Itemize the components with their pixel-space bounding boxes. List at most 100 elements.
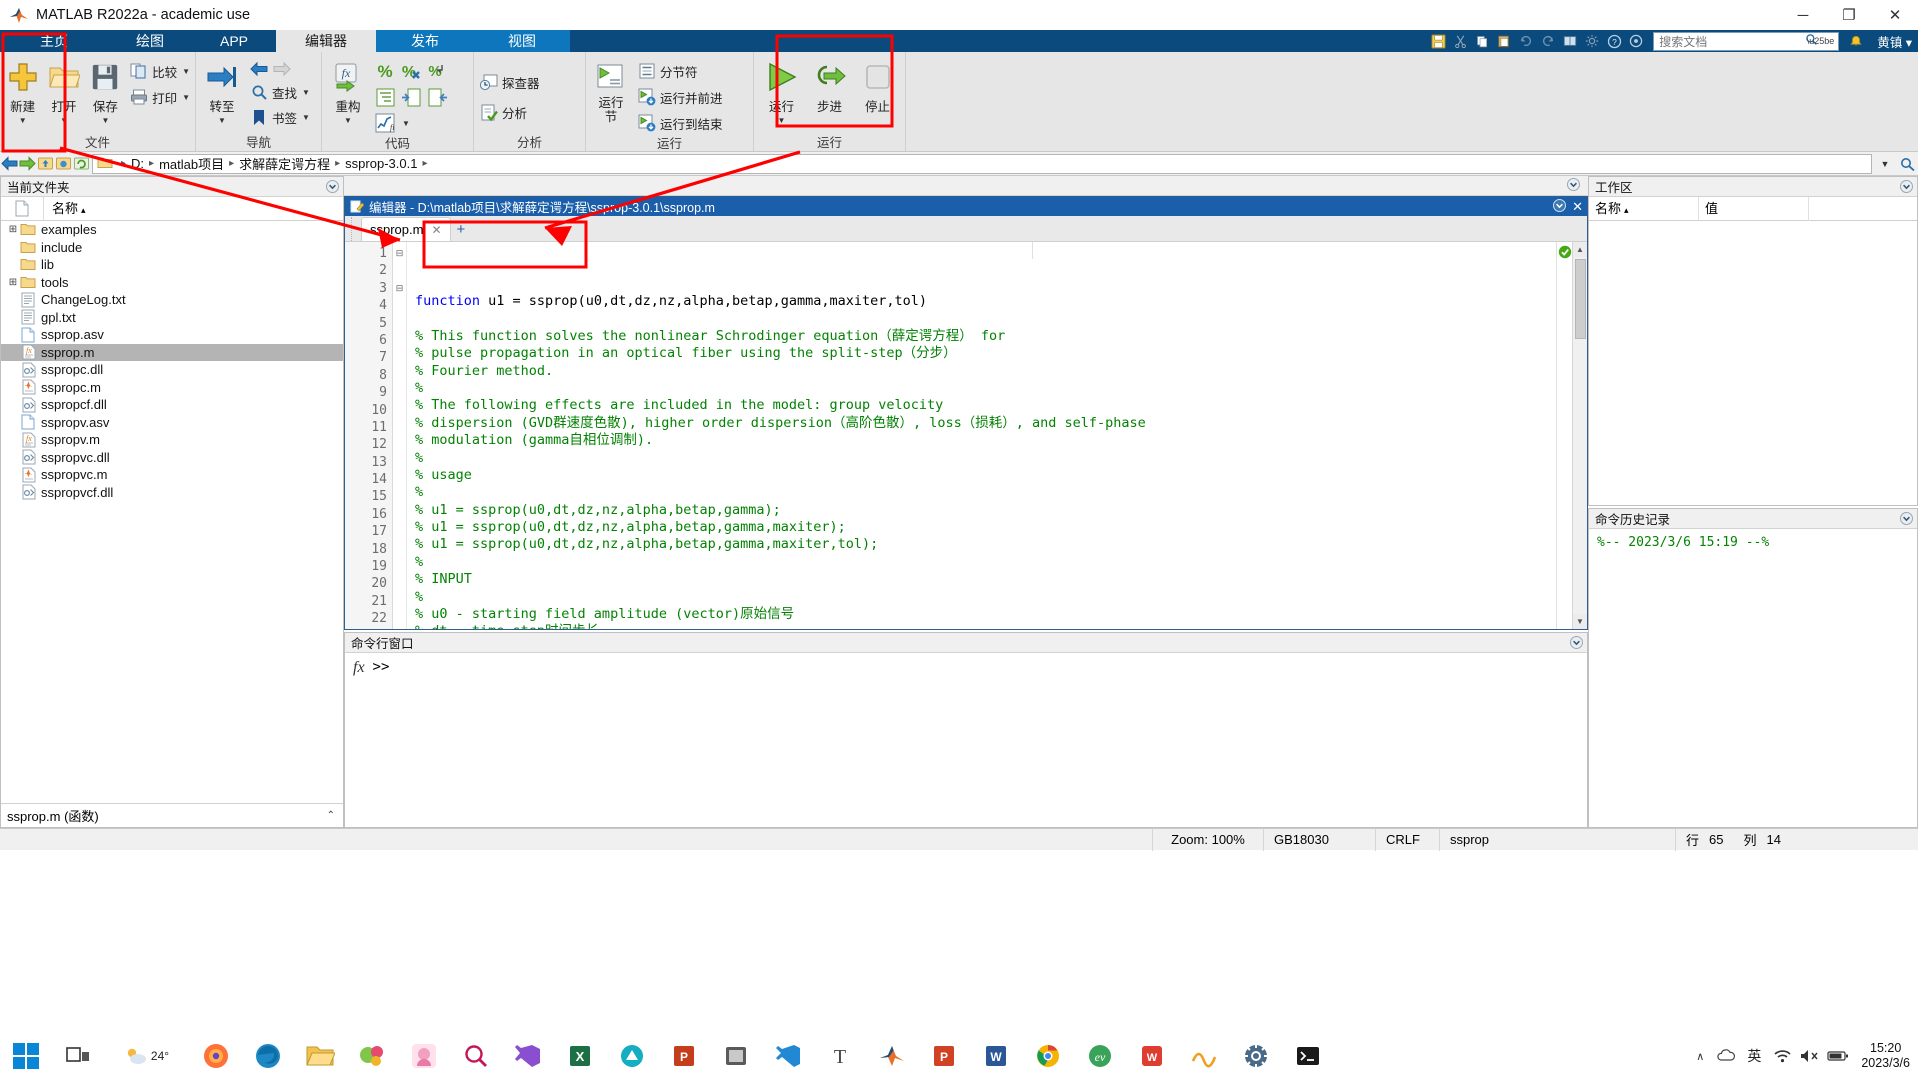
- code-grid-caret-icon[interactable]: ▼: [398, 110, 414, 136]
- file-list-item[interactable]: sspropc.m: [1, 379, 343, 397]
- editor-close-icon[interactable]: ✕: [1572, 200, 1583, 213]
- copy-icon[interactable]: [1471, 32, 1493, 50]
- tray-volume-icon[interactable]: [1795, 1048, 1825, 1064]
- code-line[interactable]: % u1 = ssprop(u0,dt,dz,nz,alpha,betap,ga…: [415, 536, 1556, 553]
- command-history-collapse-icon[interactable]: [1900, 512, 1913, 528]
- code-line[interactable]: % usage: [415, 467, 1556, 484]
- file-list-item[interactable]: ssprop.asv: [1, 326, 343, 344]
- file-list-item[interactable]: include: [1, 239, 343, 257]
- browse-folder-icon[interactable]: [54, 154, 72, 174]
- start-button[interactable]: [0, 1032, 52, 1080]
- code-line[interactable]: % dt - time step时间步长: [415, 623, 1556, 629]
- taskbar-endnote-icon[interactable]: ev: [1074, 1032, 1126, 1080]
- taskbar-excel-icon[interactable]: X: [554, 1032, 606, 1080]
- command-window-body[interactable]: fx >>: [345, 653, 1587, 827]
- indent-icon[interactable]: [372, 84, 398, 110]
- taskbar-app-icon-1[interactable]: [398, 1032, 450, 1080]
- editor-scroll-thumb[interactable]: [1575, 259, 1586, 339]
- paste-icon[interactable]: [1493, 32, 1515, 50]
- workspace-list[interactable]: [1589, 221, 1917, 505]
- print-caret-icon[interactable]: ▼: [182, 93, 190, 102]
- tab-editor[interactable]: 编辑器: [276, 30, 376, 52]
- tab-publish[interactable]: 发布: [376, 30, 474, 52]
- editor-body[interactable]: 123456789101112131415161718192021222324 …: [345, 242, 1587, 629]
- code-line[interactable]: % u1 = ssprop(u0,dt,dz,nz,alpha,betap,ga…: [415, 502, 1556, 519]
- workspace-collapse-icon[interactable]: [1900, 180, 1913, 196]
- taskbar-edge-icon[interactable]: [242, 1032, 294, 1080]
- taskbar-terminal-icon[interactable]: [1282, 1032, 1334, 1080]
- refactor-caret-icon[interactable]: ▼: [344, 116, 352, 126]
- goto-button[interactable]: 转至 ▼: [198, 56, 246, 126]
- analyze-button[interactable]: 分析: [476, 98, 543, 128]
- file-list-item[interactable]: ⊞tools: [1, 274, 343, 292]
- tray-ime-indicator[interactable]: 英: [1739, 1046, 1769, 1066]
- tray-battery-icon[interactable]: [1825, 1050, 1851, 1062]
- search-documentation-box[interactable]: 搜索文档 \u25be: [1653, 32, 1839, 51]
- file-list-item[interactable]: sspropvcf.dll: [1, 484, 343, 502]
- taskbar-matlab-icon[interactable]: [866, 1032, 918, 1080]
- taskbar-paint3d-icon[interactable]: [346, 1032, 398, 1080]
- percent-icon[interactable]: %: [372, 58, 398, 84]
- file-details-collapse-icon[interactable]: ⌃: [327, 810, 335, 821]
- open-dropdown-caret-icon[interactable]: ▼: [60, 116, 68, 126]
- taskbar-autocad-icon[interactable]: [606, 1032, 658, 1080]
- run-to-end-button[interactable]: 运行到结束: [634, 110, 726, 136]
- new-button[interactable]: 新建 ▼: [2, 56, 43, 126]
- code-line[interactable]: %: [415, 589, 1556, 606]
- code-line[interactable]: % dispersion (GVD群速度色散), higher order di…: [415, 415, 1556, 432]
- code-line[interactable]: [415, 310, 1556, 327]
- workspace-col-value[interactable]: 值: [1699, 197, 1809, 221]
- file-list-item[interactable]: sspropv.asv: [1, 414, 343, 432]
- expand-toggle-icon[interactable]: ⊞: [7, 224, 19, 235]
- editor-tab-ssprop[interactable]: ssprop.m ✕: [361, 217, 451, 241]
- compare-button[interactable]: 比较 ▼: [126, 58, 193, 84]
- editor-code-area[interactable]: function u1 = ssprop(u0,dt,dz,nz,alpha,b…: [407, 242, 1556, 629]
- run-section-button[interactable]: 运行节: [588, 56, 634, 124]
- taskbar-explorer-icon[interactable]: [294, 1032, 346, 1080]
- file-list-item[interactable]: sspropvc.dll: [1, 449, 343, 467]
- taskbar-clock[interactable]: 15:20 2023/3/6: [1861, 1041, 1910, 1071]
- editor-tab-grip[interactable]: [351, 217, 361, 241]
- run-dropdown-caret-icon[interactable]: ▼: [778, 116, 786, 126]
- command-window-collapse-icon[interactable]: [1570, 636, 1583, 652]
- search-input[interactable]: 搜索文档: [1659, 33, 1707, 50]
- editor-scroll-down-arrow[interactable]: ▼: [1573, 614, 1588, 629]
- goto-caret-icon[interactable]: ▼: [218, 116, 226, 126]
- notification-bell-icon[interactable]: [1845, 32, 1867, 50]
- tray-onedrive-icon[interactable]: [1713, 1048, 1739, 1064]
- taskbar-settings-icon[interactable]: [1230, 1032, 1282, 1080]
- address-dropdown-caret-icon[interactable]: ▼: [1874, 154, 1896, 174]
- taskbar-word-icon[interactable]: W: [970, 1032, 1022, 1080]
- bookmark-caret-icon[interactable]: ▼: [302, 113, 310, 122]
- print-button[interactable]: 打印 ▼: [126, 84, 193, 110]
- save-quick-icon[interactable]: [1427, 32, 1449, 50]
- refactor-button[interactable]: fx 重构 ▼: [324, 56, 372, 126]
- status-zoom[interactable]: Zoom: 100%: [1152, 829, 1264, 851]
- tray-wifi-icon[interactable]: [1769, 1048, 1795, 1064]
- taskbar-powerpoint-icon[interactable]: P: [658, 1032, 710, 1080]
- taskbar-typora-icon[interactable]: T: [814, 1032, 866, 1080]
- refresh-icon[interactable]: [72, 154, 90, 174]
- stop-button[interactable]: 停止: [854, 56, 902, 115]
- breadcrumb-3[interactable]: ssprop-3.0.1: [343, 156, 419, 171]
- code-line[interactable]: %: [415, 380, 1556, 397]
- file-list-item[interactable]: sspropc.dll: [1, 361, 343, 379]
- task-view-button[interactable]: [52, 1032, 104, 1080]
- code-line[interactable]: %: [415, 450, 1556, 467]
- tab-home[interactable]: 主页: [0, 30, 108, 52]
- file-list-item[interactable]: ChangeLog.txt: [1, 291, 343, 309]
- command-history-entry[interactable]: %-- 2023/3/6 15:19 --%: [1597, 535, 1917, 550]
- section-break-button[interactable]: 分节符: [634, 58, 726, 84]
- close-button[interactable]: ✕: [1872, 0, 1918, 30]
- breadcrumb-1[interactable]: matlab项目: [157, 154, 226, 173]
- taskbar-vs-icon[interactable]: [502, 1032, 554, 1080]
- help-icon[interactable]: ?: [1603, 32, 1625, 50]
- editor-undock-icon[interactable]: [1553, 199, 1566, 215]
- file-list[interactable]: ⊞examplesincludelib⊞toolsChangeLog.txtgp…: [1, 221, 343, 803]
- editor-tab-close-icon[interactable]: ✕: [431, 223, 441, 237]
- indent-right-icon[interactable]: [398, 84, 424, 110]
- taskbar-vscode-icon[interactable]: [762, 1032, 814, 1080]
- breadcrumb-drive[interactable]: D:: [129, 156, 146, 171]
- taskbar-search-icon[interactable]: [450, 1032, 502, 1080]
- run-button[interactable]: 运行 ▼: [758, 56, 806, 126]
